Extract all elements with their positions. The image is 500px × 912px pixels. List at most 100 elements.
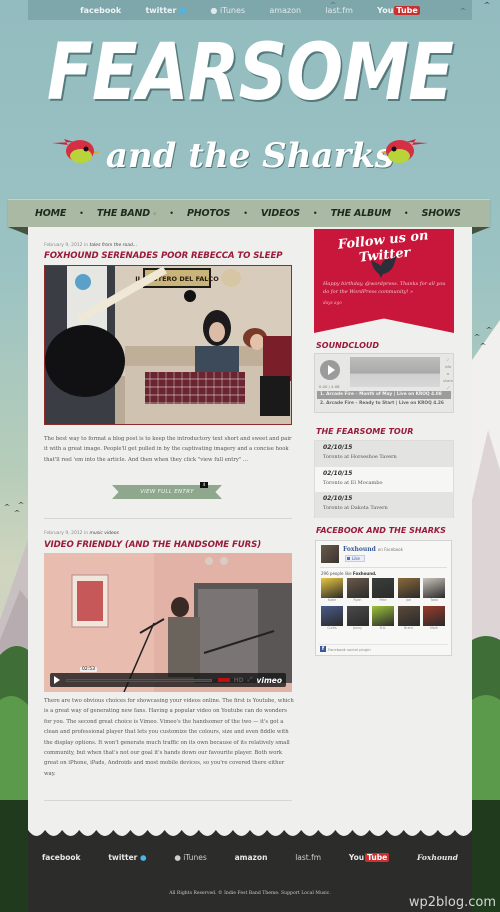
facebook-plugin-footer[interactable]: Facebook social plugin <box>319 644 448 652</box>
footer-link-foxhound[interactable]: Foxhound <box>417 853 458 862</box>
tour-list: 02/10/15 Toronto at Horseshoe Tavern 02/… <box>314 440 454 519</box>
itunes-label: iTunes <box>219 5 246 15</box>
volume-icon[interactable] <box>217 678 230 682</box>
list-icon[interactable]: ≡ <box>443 371 453 378</box>
watermark: wp2blog.com <box>408 895 496 910</box>
soundcloud-waveform[interactable] <box>350 357 440 387</box>
twitter-bird-icon: ● <box>176 5 187 15</box>
soundcloud-track[interactable]: 2. Arcade Fire – Ready to Start | Live o… <box>317 400 451 408</box>
page-name-link[interactable]: Foxhound on Facebook <box>343 546 403 553</box>
video-player[interactable]: 02:53 HD ⤢ vimeo <box>44 553 292 692</box>
footer-link-facebook[interactable]: facebook <box>42 853 81 862</box>
nav-the-album[interactable]: THE ALBUM <box>331 208 391 219</box>
twitter-bird-icon: ● <box>137 853 147 862</box>
nav-ribbon-fold-left <box>8 227 28 235</box>
show-date: 02/10/15 <box>323 444 353 451</box>
post-title-link[interactable]: FOXHOUND SERENADES POOR REBECCA TO SLEEP <box>44 251 294 261</box>
soundcloud-time: 0.00 / 4.08 <box>319 384 340 389</box>
post-excerpt: There are two obvious choices for showca… <box>44 698 294 777</box>
post-meta: February 9, 2012 in tales from the road.… <box>44 243 137 248</box>
fan-avatar[interactable]: Mark <box>423 606 445 632</box>
fan-name: Ryan <box>353 598 362 602</box>
nav-the-band[interactable]: THE BAND ▾ <box>97 208 157 219</box>
twitter-widget: Follow us on Twitter Happy birthday, @wo… <box>314 229 454 333</box>
fan-avatar[interactable]: Todd <box>423 578 445 604</box>
show-date: 02/10/15 <box>323 495 353 503</box>
nav-photos[interactable]: PHOTOS <box>187 208 230 219</box>
youtube-label-you: You <box>377 5 394 15</box>
post-date: February 9, 2012 in <box>44 531 89 536</box>
fan-name: Joe <box>406 598 411 602</box>
footer-link-itunes[interactable]: ● iTunes <box>174 853 207 862</box>
fan-photo <box>321 606 343 626</box>
top-link-twitter[interactable]: twitter ● <box>145 6 186 15</box>
post-category-link[interactable]: music videos <box>90 531 119 536</box>
like-count-page: Foxhound. <box>352 571 377 576</box>
fan-avatar[interactable]: Curtis <box>321 606 343 632</box>
top-link-itunes[interactable]: ● iTunes <box>210 6 245 15</box>
show-venue: Toronto at Dakota Tavern <box>323 505 388 512</box>
like-button[interactable]: Like <box>345 555 365 562</box>
fan-avatar[interactable]: Jenny <box>346 606 369 632</box>
fan-photo <box>321 578 343 598</box>
top-link-amazon[interactable]: amazon <box>269 6 301 15</box>
on-facebook-label: on Facebook <box>377 547 403 552</box>
fan-photo <box>346 606 369 626</box>
top-link-youtube[interactable]: You Tube <box>377 5 420 15</box>
band-photo: IL MISTERO DEL FALCO <box>45 266 291 424</box>
show-venue: Toronto at Horseshoe Tavern <box>323 454 397 460</box>
footer-link-lastfm[interactable]: last.fm <box>295 853 321 862</box>
twitter-label: twitter <box>108 853 138 862</box>
tour-date-row[interactable]: 02/10/15 Toronto at El Mocambo <box>315 466 453 493</box>
fan-photo <box>397 578 420 598</box>
youtube-logo: Tube <box>365 853 390 862</box>
fan-photo <box>346 578 369 598</box>
fan-avatar[interactable]: Ryan <box>346 578 369 604</box>
post-category-link[interactable]: tales from the road... <box>90 243 138 248</box>
comment-count-badge[interactable]: 4 <box>200 482 208 488</box>
nav-separator: • <box>243 209 248 218</box>
like-count-text: 296 people like <box>321 571 352 576</box>
info-icon[interactable]: info <box>443 364 453 371</box>
twitter-bird-icon <box>371 256 397 278</box>
nav-shows[interactable]: SHOWS <box>422 208 461 219</box>
play-button[interactable] <box>320 360 340 380</box>
fan-name: Curtis <box>327 626 337 630</box>
fan-avatar[interactable]: Joe <box>397 578 420 604</box>
page-avatar[interactable] <box>321 545 339 563</box>
fan-name: Katie <box>327 598 337 602</box>
top-link-lastfm[interactable]: last.fm <box>325 6 353 15</box>
chevron-down-icon: ▾ <box>152 210 157 218</box>
tour-date-row[interactable]: 02/10/15 Toronto at Horseshoe Tavern <box>315 441 453 467</box>
post-title-link[interactable]: VIDEO FRIENDLY (AND THE HANDSOME FURS) <box>44 540 294 550</box>
footer-link-twitter[interactable]: twitter ● <box>108 853 146 862</box>
top-link-facebook[interactable]: facebook <box>80 6 121 15</box>
vimeo-logo[interactable]: vimeo <box>256 676 282 685</box>
nav-home[interactable]: HOME <box>35 208 66 219</box>
fan-avatar[interactable]: Brent <box>397 606 420 632</box>
red-bird-icon <box>380 139 428 163</box>
post-image[interactable]: IL MISTERO DEL FALCO <box>44 265 292 425</box>
footer-link-amazon[interactable]: amazon <box>235 853 268 862</box>
share-icon[interactable]: share <box>443 378 453 385</box>
site-title[interactable]: FEARSOME <box>35 28 465 118</box>
play-icon[interactable] <box>54 676 60 684</box>
track-duration: 4.26 <box>433 401 444 406</box>
soundcloud-track[interactable]: 1. Arcade Fire – Month of May | Live on … <box>317 391 451 399</box>
fan-avatar[interactable]: Pete <box>372 578 394 604</box>
divider <box>320 567 447 568</box>
footer-link-youtube[interactable]: You Tube <box>349 853 390 862</box>
fullscreen-icon[interactable]: ⤢ <box>248 676 253 684</box>
soundcloud-logo-icon[interactable]: ♪ <box>443 357 453 364</box>
fan-name: Pete <box>379 598 387 602</box>
fan-avatar[interactable]: R.G. <box>372 606 394 632</box>
top-social-bar: facebook twitter ● ● iTunes amazon last.… <box>28 0 472 20</box>
hd-toggle[interactable]: HD <box>234 677 244 684</box>
nav-separator: • <box>169 209 174 218</box>
track-title: 1. Arcade Fire – Month of May | Live on … <box>320 392 430 397</box>
nav-videos[interactable]: VIDEOS <box>261 208 300 219</box>
youtube-logo: Tube <box>394 5 420 15</box>
video-progress-bar[interactable] <box>66 678 212 682</box>
fan-avatar[interactable]: Katie <box>321 578 343 604</box>
tour-date-row[interactable]: 02/10/15 Toronto at Dakota Tavern <box>315 492 453 519</box>
